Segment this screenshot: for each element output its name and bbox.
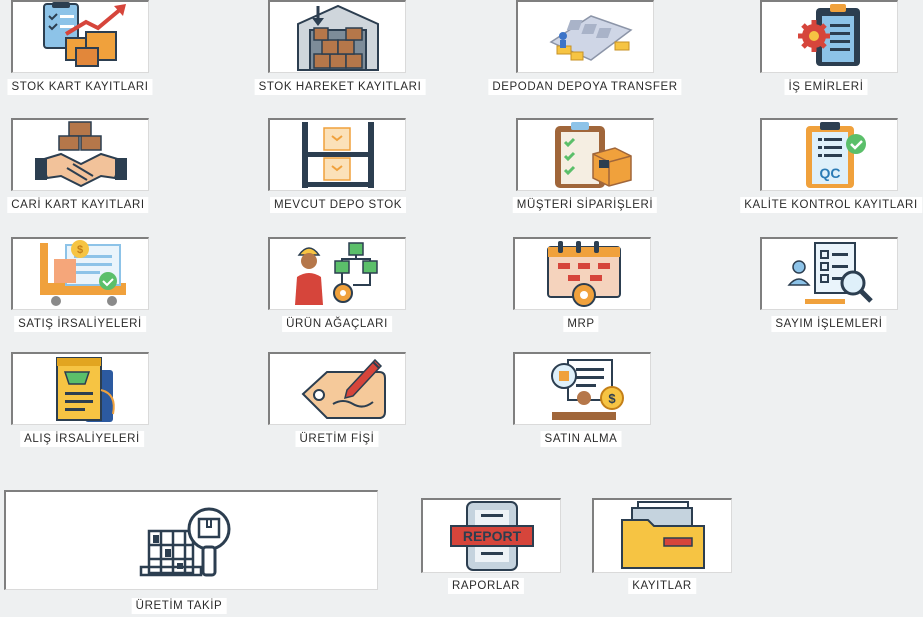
kayitlar-label: KAYITLAR xyxy=(628,578,696,594)
svg-text:$: $ xyxy=(608,391,616,406)
kayitlar-icon-box xyxy=(592,498,732,573)
alis-irsaliye-label: ALIŞ İRSALİYELERİ xyxy=(20,431,144,447)
qc-clipboard-icon: QC xyxy=(805,122,866,188)
purchase-documents-icon: $ xyxy=(550,359,624,420)
uretim-fisi-label: ÜRETİM FİŞİ xyxy=(295,431,379,447)
satin-alma-label: SATIN ALMA xyxy=(540,431,622,447)
report-icon: REPORT xyxy=(449,501,534,571)
tag-pen-icon xyxy=(301,358,386,419)
pallet-transfer-icon xyxy=(548,15,633,61)
is-emirleri-label: İŞ EMİRLERİ xyxy=(784,79,868,95)
warehouse-icon xyxy=(296,4,379,71)
musteri-siparis-icon-box xyxy=(516,118,654,191)
stok-kart-icon-box xyxy=(11,0,149,73)
musteri-siparis-label: MÜŞTERİ SİPARİŞLERİ xyxy=(512,197,658,213)
depo-transfer-icon-box xyxy=(516,0,654,73)
satis-irsaliye-icon-box: $ xyxy=(11,237,149,310)
shelf-boxes-icon xyxy=(301,122,374,188)
svg-text:$: $ xyxy=(76,244,82,256)
mevcut-depo-label: MEVCUT DEPO STOK xyxy=(269,197,407,213)
uretim-fisi-icon-box xyxy=(268,352,406,425)
raporlar-label: RAPORLAR xyxy=(447,578,525,594)
menu-canvas: STOK KART KAYITLARI STOK HAREKET KAYITLA… xyxy=(0,0,923,617)
cari-kart-icon-box xyxy=(11,118,149,191)
kalite-kontrol-icon-box: QC xyxy=(760,118,898,191)
worker-flowchart-icon xyxy=(294,242,378,305)
report-badge: REPORT xyxy=(462,528,521,544)
kalite-kontrol-label: KALİTE KONTROL KAYITLARI xyxy=(740,197,922,213)
depo-transfer-label: DEPODAN DEPOYA TRANSFER xyxy=(488,79,682,95)
mrp-icon-box xyxy=(513,237,651,310)
clipboard-package-icon xyxy=(554,122,632,188)
satin-alma-icon-box: $ xyxy=(513,352,651,425)
checklist-magnifier-icon xyxy=(786,242,873,304)
shopping-receipt-icon xyxy=(55,357,115,422)
handshake-boxes-icon xyxy=(34,121,127,188)
uretim-takip-label: ÜRETİM TAKİP xyxy=(131,598,227,614)
mevcut-depo-icon-box xyxy=(268,118,406,191)
production-tracking-icon xyxy=(139,507,230,576)
cart-invoice-icon: $ xyxy=(39,240,126,306)
inventory-boxes-growth-icon xyxy=(42,2,126,67)
urun-agaci-icon-box xyxy=(268,237,406,310)
qc-badge: QC xyxy=(819,165,840,181)
stok-hareket-label: STOK HAREKET KAYITLARI xyxy=(254,79,426,95)
folder-icon xyxy=(620,501,705,569)
uretim-takip-icon-box xyxy=(4,490,378,590)
mrp-label: MRP xyxy=(563,316,599,332)
calendar-gear-icon xyxy=(546,241,621,307)
satis-irsaliye-label: SATIŞ İRSALİYELERİ xyxy=(14,316,146,332)
stok-kart-label: STOK KART KAYITLARI xyxy=(7,79,153,95)
alis-irsaliye-icon-box xyxy=(11,352,149,425)
raporlar-icon-box: REPORT xyxy=(421,498,561,573)
urun-agaci-label: ÜRÜN AĞAÇLARI xyxy=(282,316,392,332)
cari-kart-label: CARİ KART KAYITLARI xyxy=(7,197,149,213)
clipboard-gear-icon xyxy=(797,4,860,66)
sayim-label: SAYIM İŞLEMLERİ xyxy=(771,316,887,332)
sayim-icon-box xyxy=(760,237,898,310)
stok-hareket-icon-box xyxy=(268,0,406,73)
is-emirleri-icon-box xyxy=(760,0,898,73)
